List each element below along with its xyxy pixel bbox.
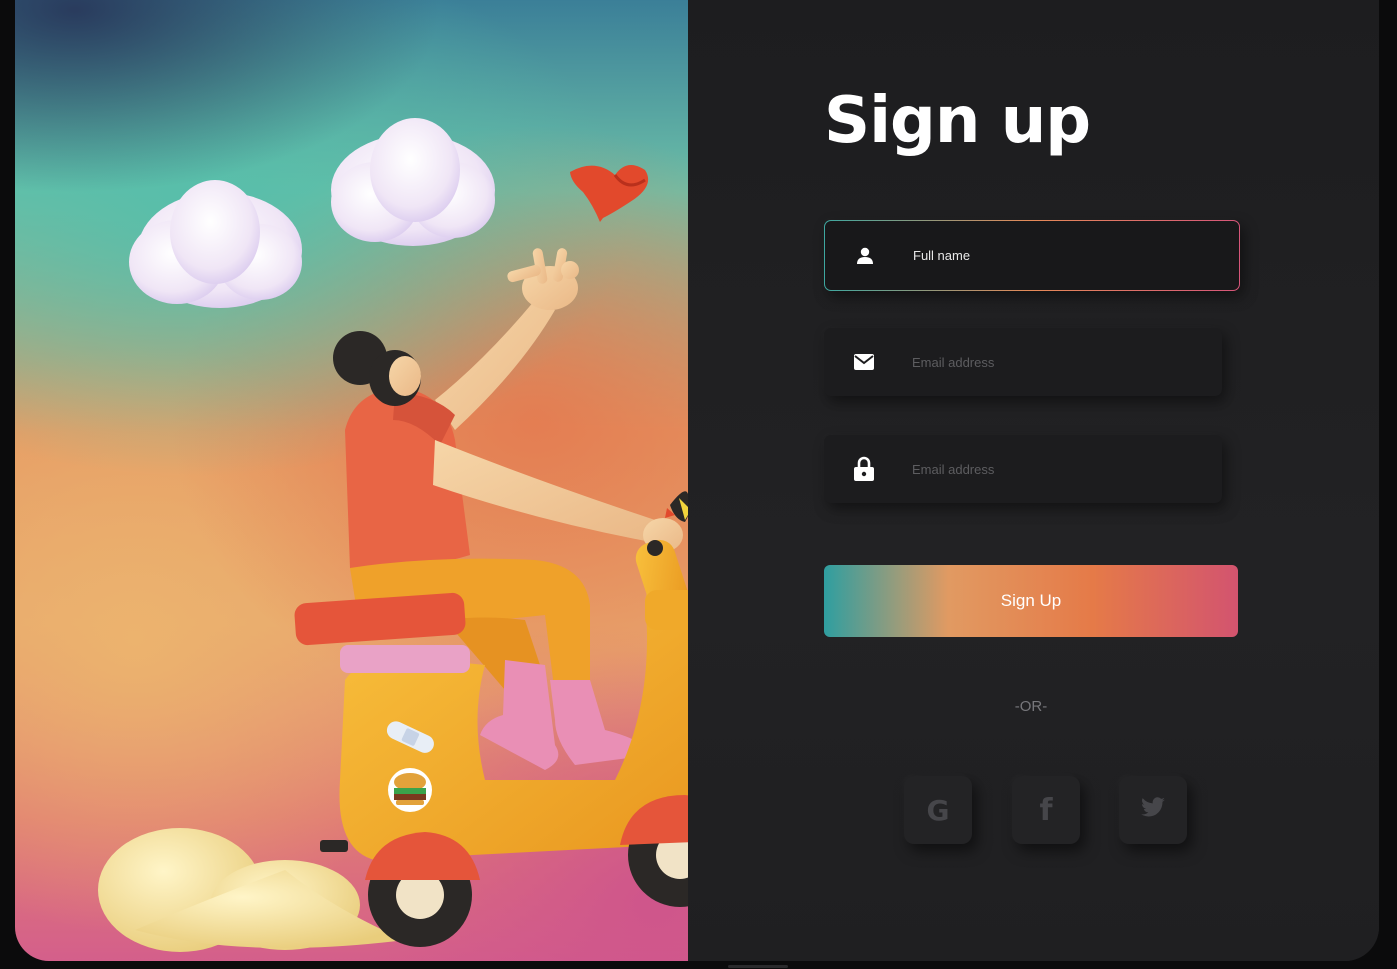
- raised-arm: [435, 248, 579, 430]
- full-name-field[interactable]: [824, 220, 1240, 291]
- signup-form-panel: Sign up Full name Email address Sign Up …: [688, 0, 1379, 961]
- password-field[interactable]: [824, 435, 1222, 503]
- user-icon: [825, 246, 905, 266]
- signup-button[interactable]: Sign Up: [824, 565, 1238, 637]
- scroll-indicator: [728, 965, 788, 968]
- full-name-input[interactable]: [913, 248, 1193, 263]
- email-input[interactable]: [912, 354, 1192, 370]
- facebook-icon: f: [1039, 792, 1053, 828]
- rider-head: [333, 331, 421, 406]
- forward-arm: [433, 440, 683, 552]
- bird-icon: [570, 165, 649, 222]
- cloud-right: [331, 118, 495, 246]
- signup-card: Sign up Full name Email address Sign Up …: [15, 0, 1379, 961]
- envelope-icon: [824, 353, 904, 371]
- or-divider: -OR-: [1014, 698, 1048, 715]
- cloud-left: [129, 180, 302, 308]
- password-input[interactable]: [912, 461, 1192, 477]
- facebook-signin-button[interactable]: f: [1012, 776, 1080, 844]
- email-field[interactable]: [824, 328, 1222, 396]
- scooter-rider-illustration: [98, 118, 775, 952]
- hero-illustration: [15, 0, 775, 961]
- google-signin-button[interactable]: G: [904, 776, 972, 844]
- twitter-icon: [1140, 796, 1166, 824]
- lock-icon: [824, 456, 904, 482]
- twitter-signin-button[interactable]: [1119, 776, 1187, 844]
- google-icon: G: [926, 793, 950, 827]
- page-title: Sign up: [824, 84, 1091, 158]
- burger-sticker: [388, 768, 432, 812]
